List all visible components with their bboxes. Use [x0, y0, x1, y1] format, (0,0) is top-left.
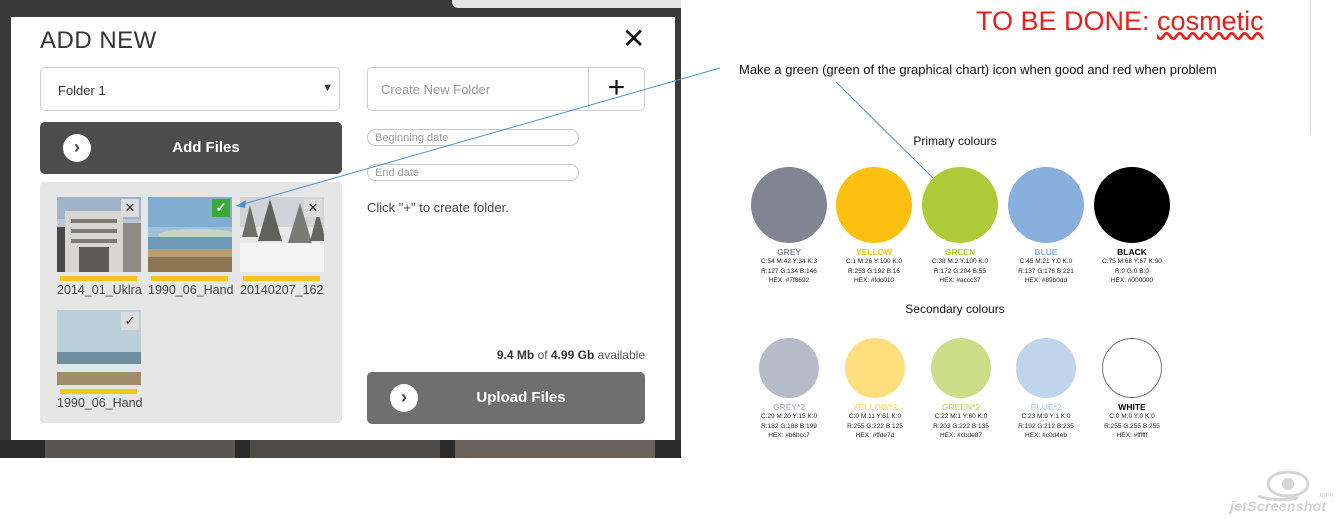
swatch-name: GREY	[776, 247, 802, 257]
swatch-circle	[1016, 338, 1076, 398]
swatch-name: GREY*2	[772, 402, 806, 412]
todo-prefix: TO BE DONE:	[976, 6, 1158, 36]
color-swatch: BLUE*2 C:23 M:9 Y:1 K:0 R:192 G:212 B:235 H…	[1006, 338, 1086, 441]
swatch-circle	[922, 167, 998, 243]
swatch-rgb: R:255 G:222 B:125	[847, 422, 903, 430]
swatch-cmyk: C:45 M:21 Y:0 K:0	[1019, 258, 1073, 265]
swatch-cmyk: C:54 M:42 Y:34 K:3	[760, 258, 818, 265]
swatch-rgb: R:192 G:212 B:235	[1018, 422, 1074, 430]
swatch-rgb: R:0 G:0 B:0	[1115, 267, 1149, 275]
swatch-circle	[1094, 167, 1170, 243]
swatch-circle	[836, 167, 912, 243]
swatch-name: GREEN	[944, 247, 976, 257]
annotation-note: Make a green (green of the graphical cha…	[739, 62, 1217, 77]
color-swatch: YELLOW C:1 M:26 Y:100 K:0 R:253 G:192 B:16…	[834, 167, 914, 286]
swatch-name: BLUE	[1034, 247, 1058, 257]
swatch-name: BLUE*2	[1030, 402, 1062, 412]
page-edge	[1310, 0, 1311, 135]
color-swatch: GREEN C:38 M:2 Y:100 K:0 R:172 G:204 B:55 H…	[920, 167, 1000, 286]
swatch-name: YELLOW*2	[852, 402, 898, 412]
color-swatch: WHITE C:0 M:0 Y:0 K:0 R:255 G:255 B:255 HEX…	[1092, 338, 1172, 441]
color-swatch: GREY C:54 M:42 Y:34 K:3 R:127 G:134 B:146 H…	[749, 167, 829, 286]
swatch-cmyk: C:29 M:20 Y:15 K:0	[760, 413, 818, 420]
swatch-cmyk: C:23 M:9 Y:1 K:0	[1021, 413, 1071, 420]
swatch-hex: HEX: #000000	[1110, 277, 1154, 284]
swatch-cmyk: C:0 M:11 Y:61 K:0	[848, 413, 902, 420]
swatch-rgb: R:127 G:134 B:146	[761, 267, 817, 275]
primary-colours-heading: Primary colours	[913, 134, 997, 148]
swatch-hex: HEX: #accc37	[939, 277, 981, 284]
swatch-rgb: R:182 G:188 B:199	[761, 422, 817, 430]
swatch-cmyk: C:1 M:26 Y:100 K:0	[845, 258, 903, 265]
swatch-hex: HEX: #cbde87	[940, 432, 982, 439]
swatch-circle	[751, 167, 827, 243]
swatch-hex: HEX: #7f8692	[768, 277, 810, 284]
swatch-rgb: R:203 G:222 B:135	[933, 422, 989, 430]
watermark-text: jetScreenshot	[1230, 498, 1327, 514]
swatch-rgb: R:253 G:192 B:16	[847, 267, 901, 275]
todo-word: cosmetic	[1157, 6, 1264, 36]
color-swatch: BLACK C:75 M:68 Y:67 K:90 R:0 G:0 B:0 HEX: …	[1092, 167, 1172, 286]
swatch-circle	[931, 338, 991, 398]
swatch-name: GREEN*2	[941, 402, 981, 412]
swatch-hex: HEX: #b6bcc7	[768, 432, 810, 439]
watermark-logo-icon	[1257, 470, 1310, 502]
swatch-name: YELLOW	[855, 247, 893, 257]
watermark-tld: .com	[1318, 492, 1334, 499]
swatch-hex: HEX: #fdc010	[853, 277, 895, 284]
secondary-colours-heading: Secondary colours	[905, 302, 1005, 316]
swatch-cmyk: C:38 M:2 Y:100 K:0	[931, 258, 989, 265]
jetscreenshot-watermark: jetScreenshot .com	[1230, 468, 1338, 518]
swatch-cmyk: C:75 M:68 Y:67 K:90	[1102, 258, 1162, 265]
todo-heading: TO BE DONE: cosmetic	[976, 6, 1264, 37]
swatch-rgb: R:172 G:204 B:55	[933, 267, 987, 275]
color-swatch: YELLOW*2 C:0 M:11 Y:61 K:0 R:255 G:222 B:1…	[835, 338, 915, 441]
swatch-name: BLACK	[1117, 247, 1147, 257]
swatch-cmyk: C:0 M:0 Y:0 K:0	[1109, 413, 1155, 420]
swatch-hex: HEX: #89b0dd	[1024, 277, 1068, 284]
swatch-circle	[845, 338, 905, 398]
swatch-cmyk: C:22 M:1 Y:60 K:0	[934, 413, 988, 420]
color-swatch: GREEN*2 C:22 M:1 Y:60 K:0 R:203 G:222 B:13…	[921, 338, 1001, 441]
swatch-hex: HEX: #c0d4eb	[1025, 432, 1067, 439]
swatch-rgb: R:255 G:255 B:255	[1104, 422, 1160, 430]
swatch-circle	[1102, 338, 1162, 398]
swatch-circle	[759, 338, 819, 398]
swatch-hex: HEX: #ffde7d	[855, 432, 895, 439]
swatch-circle	[1008, 167, 1084, 243]
color-swatch: BLUE C:45 M:21 Y:0 K:0 R:137 G:176 B:221 HE…	[1006, 167, 1086, 286]
swatch-name: WHITE	[1118, 402, 1146, 412]
swatch-rgb: R:137 G:176 B:221	[1018, 267, 1074, 275]
color-swatch: GREY*2 C:29 M:20 Y:15 K:0 R:182 G:188 B:19…	[749, 338, 829, 441]
swatch-hex: HEX: #ffffff	[1116, 432, 1148, 439]
